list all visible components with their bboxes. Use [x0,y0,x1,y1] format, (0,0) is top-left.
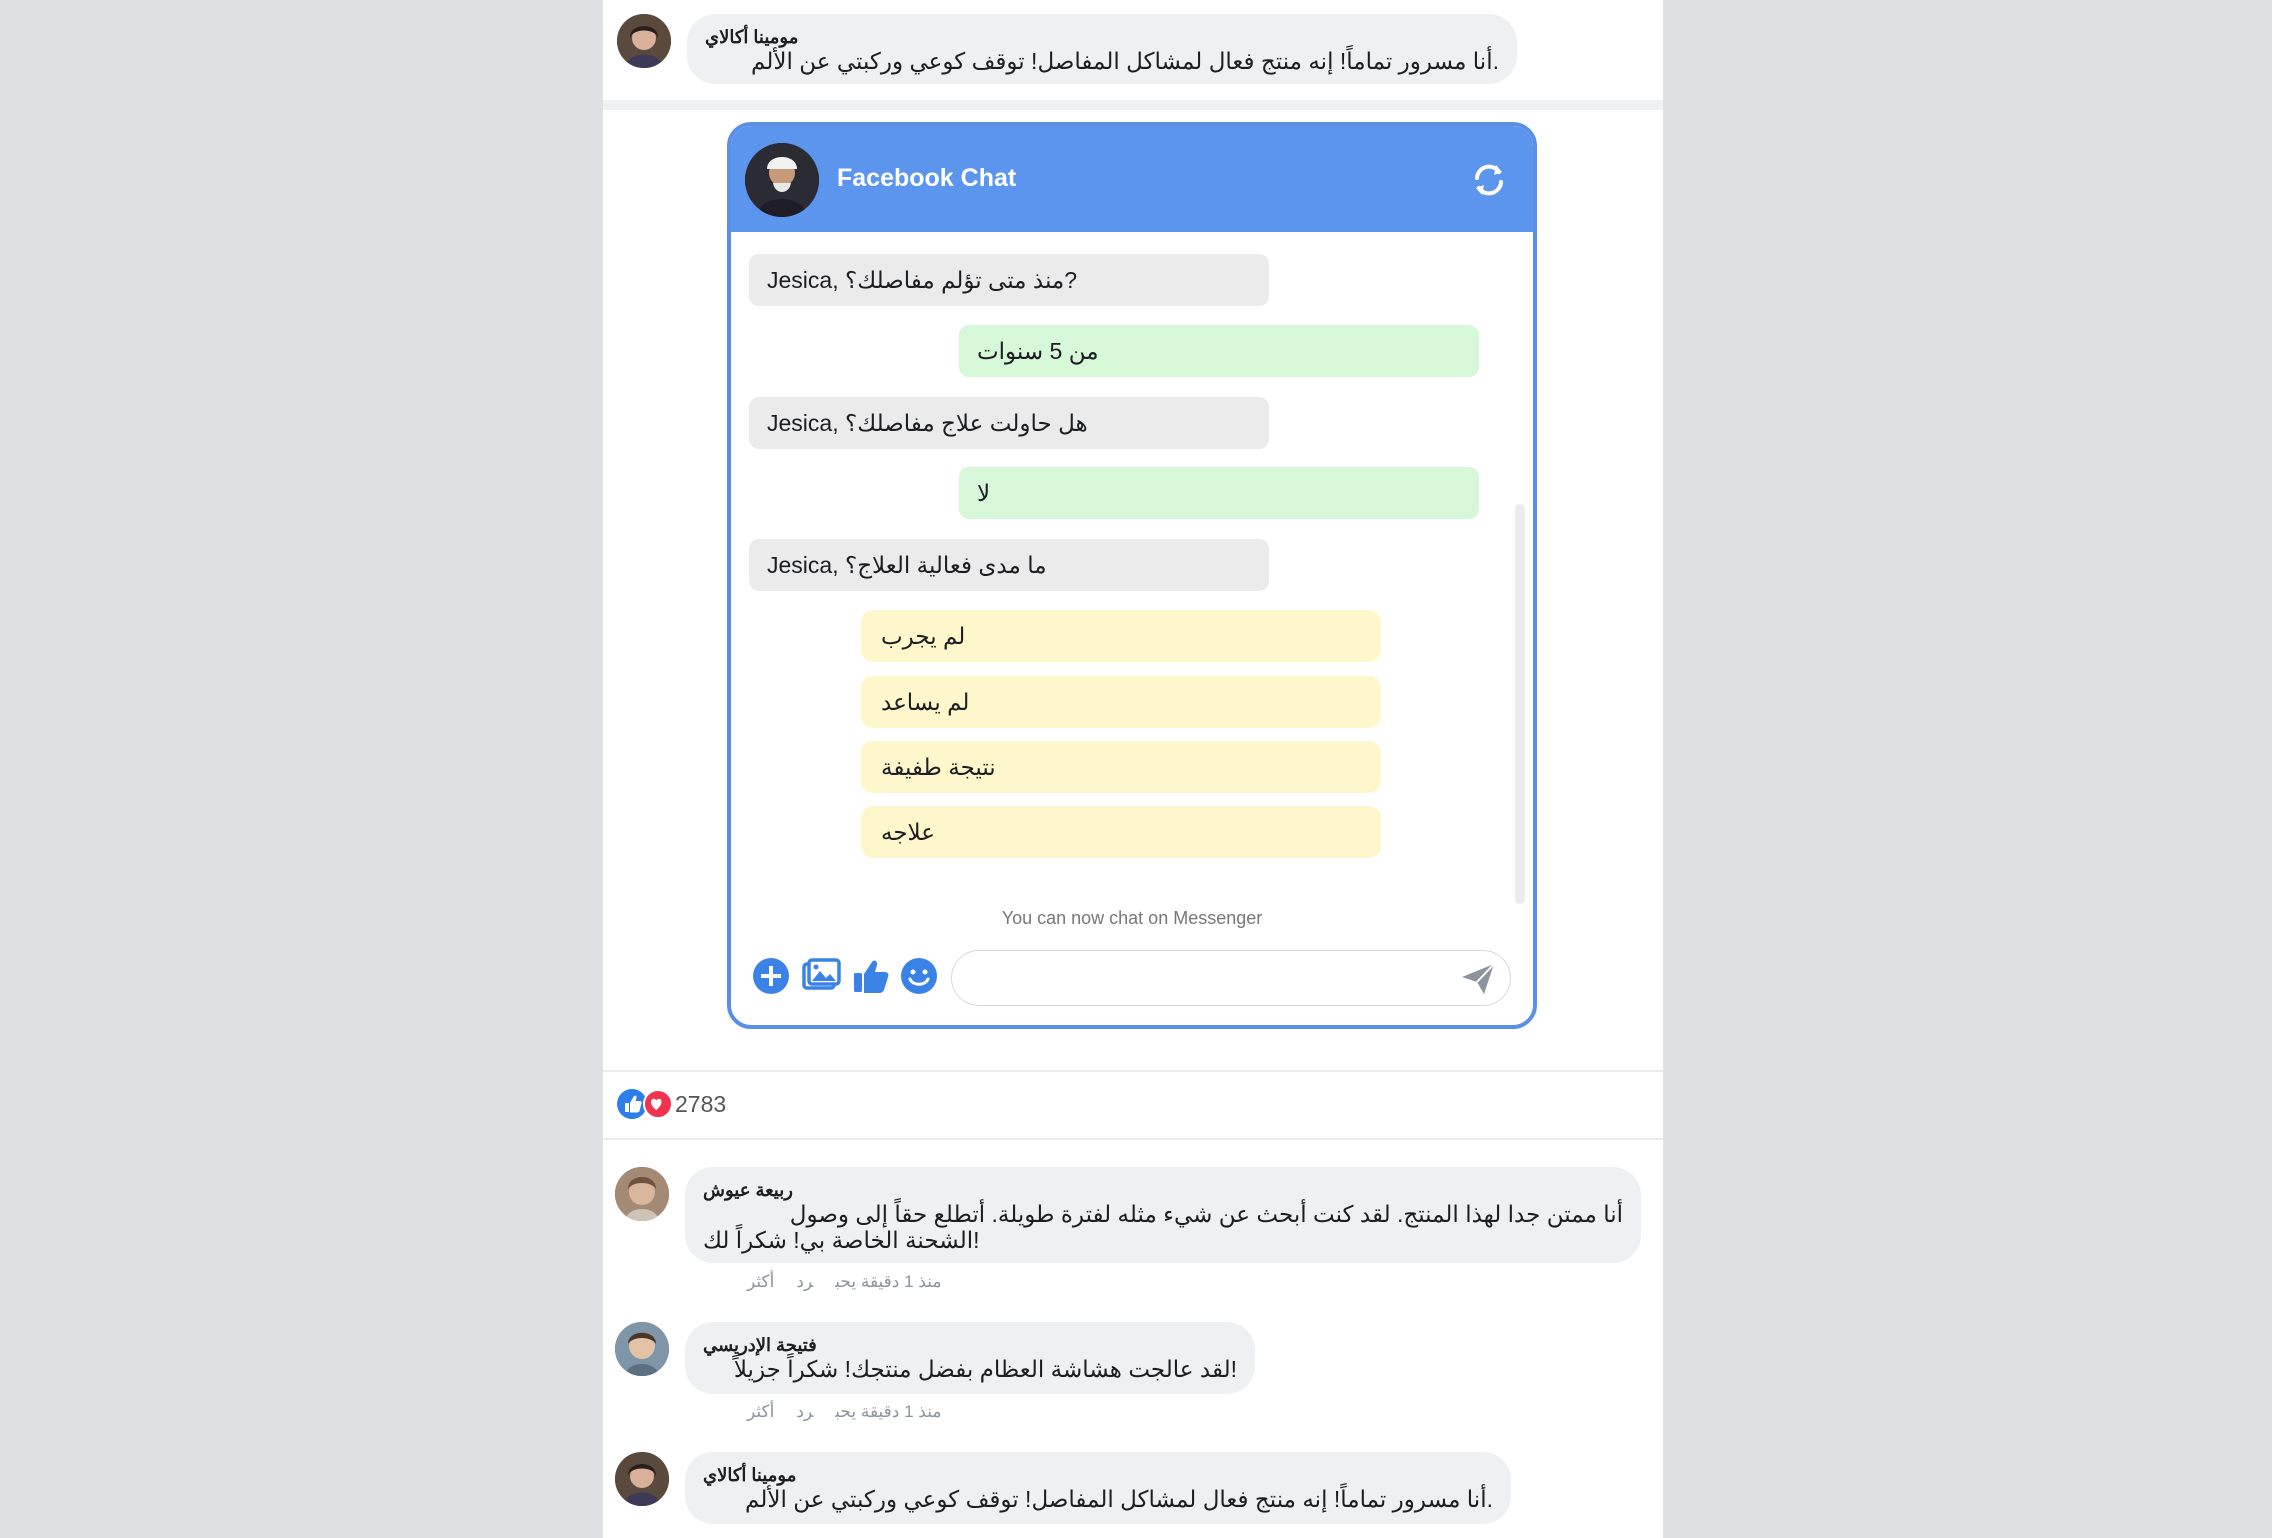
comment-bubble: مومينا أكالاي .أنا مسرور تماماً! إنه منت… [685,1452,1511,1524]
chat-message-bot: ?منذ متى تؤلم مفاصلك؟ ,Jesica [749,254,1269,306]
chat-option[interactable]: نتيجة طفيفة [861,741,1381,793]
heart-icon [643,1089,673,1119]
reactions-bar[interactable]: 2783 [617,1087,726,1121]
chat-option[interactable]: لم يجرب [861,610,1381,662]
comments-column: مومينا أكالاي .أنا مسرور تماماً! إنه منت… [603,0,1663,1538]
emoji-icon[interactable] [899,956,939,996]
comment-text: أنا ممتن جدا لهذا المنتج. لقد كنت أبحث ع… [789,1201,1623,1227]
avatar[interactable] [615,1322,669,1376]
chat-message-bot: هل حاولت علاج مفاصلك؟ ,Jesica [749,397,1269,449]
chat-message-user: من 5 سنوات [959,325,1479,377]
chat-scrollbar[interactable] [1515,504,1525,904]
timestamp-like[interactable]: منذ 1 دقيقة يحب [835,1272,941,1291]
avatar[interactable] [615,1452,669,1506]
comment-author[interactable]: مومينا أكالاي [703,1464,1493,1486]
avatar[interactable] [617,14,671,68]
reply-link[interactable]: رد [796,1272,813,1291]
top-comment: مومينا أكالاي .أنا مسرور تماماً! إنه منت… [603,0,1663,100]
comment-author[interactable]: مومينا أكالاي [705,26,1499,48]
plus-icon[interactable] [751,956,791,996]
more-link[interactable]: أكثر [747,1402,774,1421]
comment-author[interactable]: فتيحة الإدريسي [703,1334,1237,1356]
comment-text: .أنا مسرور تماماً! إنه منتج فعال لمشاكل … [745,1486,1493,1512]
comment-author[interactable]: ربيعة عيوش [703,1179,1623,1201]
thumbs-up-icon[interactable] [851,956,891,996]
chat-option[interactable]: لم يساعد [861,676,1381,728]
comment-meta: منذ 1 دقيقة يحب رد أكثر [725,1272,941,1292]
messenger-note: You can now chat on Messenger [1001,908,1263,928]
timestamp-like[interactable]: منذ 1 دقيقة يحب [835,1402,941,1421]
chat-avatar [745,143,819,217]
chat-message-user: لا [959,467,1479,519]
comment-text: !لقد عالجت هشاشة العظام بفضل منتجك! شكرا… [733,1356,1237,1382]
more-link[interactable]: أكثر [747,1272,774,1291]
refresh-icon[interactable] [1469,160,1509,200]
comment-bubble: فتيحة الإدريسي !لقد عالجت هشاشة العظام ب… [685,1322,1255,1394]
comment-text: .أنا مسرور تماماً! إنه منتج فعال لمشاكل … [751,48,1499,74]
avatar[interactable] [615,1167,669,1221]
chat-widget: Facebook Chat ?منذ متى تؤلم مفاصلك؟ ,Jes… [727,122,1537,1029]
reaction-count: 2783 [675,1090,727,1117]
comment-bubble: ربيعة عيوش أنا ممتن جدا لهذا المنتج. لقد… [685,1167,1641,1263]
image-icon[interactable] [801,956,841,996]
divider [603,1070,1663,1072]
chat-message-input[interactable] [951,950,1511,1006]
send-icon[interactable] [1460,961,1496,997]
chat-message-bot: ما مدى فعالية العلاج؟ ,Jesica [749,539,1269,591]
chat-title: Facebook Chat [837,164,1017,192]
divider [603,100,1663,110]
chat-option[interactable]: علاجه [861,806,1381,858]
comment-meta: منذ 1 دقيقة يحب رد أكثر [725,1402,941,1422]
comment-bubble: مومينا أكالاي .أنا مسرور تماماً! إنه منت… [687,14,1517,84]
reply-link[interactable]: رد [796,1402,813,1421]
divider [603,1138,1663,1140]
comment-text: !الشحنة الخاصة بي! شكراً لك [703,1227,980,1253]
chat-header: Facebook Chat [731,126,1533,232]
